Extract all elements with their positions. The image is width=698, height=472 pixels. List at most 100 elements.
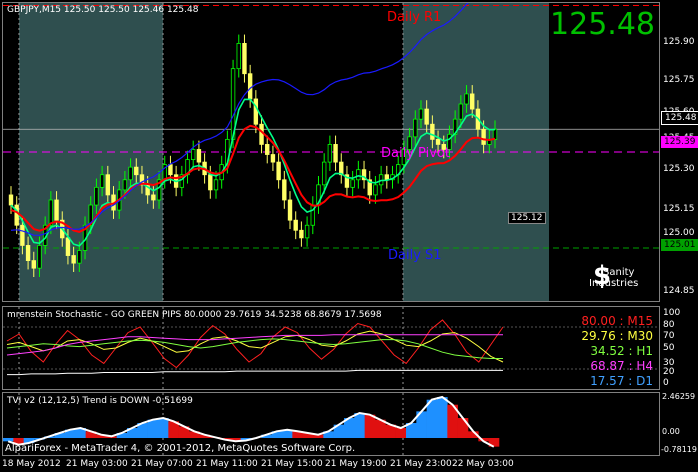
candle-body (350, 179, 355, 188)
stoch-line-d1 (7, 369, 503, 376)
candle-body (31, 260, 36, 269)
tvi-histogram-bar (364, 414, 376, 438)
tvi-histogram-bar (158, 418, 169, 438)
s1-price-label: 125.01 (661, 239, 698, 251)
y-tick: 125.90 (663, 37, 695, 47)
candle-body (213, 179, 219, 191)
candle-body (304, 224, 310, 239)
candle-body (413, 118, 418, 138)
candle-body (77, 250, 82, 264)
candle-body (134, 166, 139, 176)
candle-body (8, 194, 14, 206)
stoch-row-m30: 29.76 : M30 (581, 329, 653, 343)
candle-body (356, 169, 361, 181)
candle-body (259, 123, 264, 145)
x-tick: 21 May 03:00 (66, 459, 128, 469)
candle-body (282, 179, 287, 201)
candle-body (265, 144, 270, 155)
main-y-axis[interactable]: 125.90 125.75 125.60 125.45 125.30 125.1… (660, 2, 698, 302)
tvi-header: TVI v2 (12,12,5) Trend is DOWN -0.51699 (7, 396, 193, 406)
y-tick: 2.46259 (662, 392, 696, 401)
pivot-price-label: 125.39 (661, 136, 698, 148)
candle-body (418, 108, 424, 120)
candle-body (293, 219, 298, 231)
y-tick: 0.00 (662, 427, 680, 436)
candle-body (458, 103, 464, 120)
y-tick: 124.85 (663, 286, 695, 296)
main-chart-canvas[interactable] (3, 3, 659, 301)
tvi-histogram-bar (354, 413, 365, 438)
candle-body (14, 204, 19, 226)
y-tick: 125.30 (663, 164, 695, 174)
x-tick: 21 May 11:00 (196, 459, 258, 469)
candle-body (128, 166, 133, 181)
candle-body (151, 194, 156, 201)
stochastic-header: mrenstein Stochastic - GO GREEN PIPS 80.… (7, 310, 382, 320)
stochastic-panel[interactable]: mrenstein Stochastic - GO GREEN PIPS 80.… (2, 306, 660, 390)
candle-body (54, 199, 59, 221)
y-tick: 125.00 (663, 228, 695, 238)
candle-body (321, 161, 327, 186)
candle-body (37, 245, 42, 269)
stochastic-y-axis[interactable]: 100 80 70 50 30 20 0 (660, 306, 698, 390)
current-price-label: 125.48 (661, 111, 698, 125)
time-axis[interactable]: 18 May 2012 21 May 03:00 21 May 07:00 21… (0, 457, 698, 472)
candle-body (196, 149, 202, 163)
sanity-logo: $ Sanity Industries (587, 261, 647, 295)
big-price: 125.48 (550, 7, 655, 42)
candle-body (299, 229, 304, 239)
tvi-watermark: AlpariForex - MetaTrader 4, © 2001-2012,… (5, 443, 356, 454)
candle-body (424, 108, 429, 125)
stoch-line-h4 (6, 334, 503, 356)
logo-text-bottom: Industries (589, 278, 639, 289)
y-tick: 0 (663, 378, 669, 388)
candle-body (333, 144, 338, 163)
x-tick: 21 May 19:00 (325, 459, 387, 469)
tvi-histogram-bar (437, 397, 448, 438)
tvi-histogram-bar (395, 428, 407, 438)
stoch-row-d1: 17.57 : D1 (590, 374, 653, 388)
main-chart-panel[interactable]: GBPJPY,M15 125.50 125.50 125.46 125.48 1… (2, 2, 660, 302)
candle-body (435, 138, 441, 145)
y-tick: 125.75 (663, 75, 695, 85)
candle-body (99, 174, 105, 188)
candle-body (20, 224, 25, 246)
y-tick: 50 (663, 343, 675, 353)
candle-body (470, 93, 475, 110)
tvi-panel[interactable]: TVI v2 (12,12,5) Trend is DOWN -0.51699 … (2, 392, 660, 456)
candle-body (191, 149, 196, 160)
x-tick: 21 May 07:00 (131, 459, 193, 469)
candle-body (253, 98, 259, 125)
tvi-y-axis[interactable]: 2.46259 0.00 -0.78119 (660, 392, 698, 456)
y-tick: 80 (663, 320, 675, 330)
y-tick: 125.15 (663, 204, 695, 214)
stoch-row-m15: 80.00 : M15 (581, 314, 653, 328)
candle-body (481, 128, 486, 145)
candle-body (287, 199, 293, 221)
candle-body (247, 73, 253, 100)
candle-body (65, 237, 71, 256)
tvi-histogram-bar (147, 419, 159, 438)
candle-body (48, 199, 54, 226)
daily-r1-label: Daily R1 (387, 10, 442, 25)
stoch-row-h1: 34.52 : H1 (590, 344, 653, 358)
x-tick: 18 May 2012 (2, 459, 61, 469)
daily-s1-label: Daily S1 (388, 248, 442, 263)
candle-body (25, 245, 31, 261)
y-tick: -0.78119 (661, 445, 697, 454)
logo-text-top: Sanity (603, 267, 635, 278)
y-tick: 20 (663, 367, 675, 377)
x-tick: 21 May 23:00 (390, 459, 452, 469)
candle-body (430, 123, 435, 140)
candle-body (242, 43, 247, 75)
candle-body (122, 179, 128, 191)
candle-body (236, 43, 241, 70)
candle-body (105, 174, 110, 196)
tvi-histogram-bar (3, 437, 14, 442)
stoch-row-h4: 68.87 : H4 (590, 359, 653, 373)
candle-body (270, 154, 276, 163)
daily-pivot-label: Daily Pivot (381, 146, 450, 161)
y-tick: 100 (663, 308, 681, 318)
candle-body (94, 186, 99, 206)
candle-body (208, 174, 213, 191)
